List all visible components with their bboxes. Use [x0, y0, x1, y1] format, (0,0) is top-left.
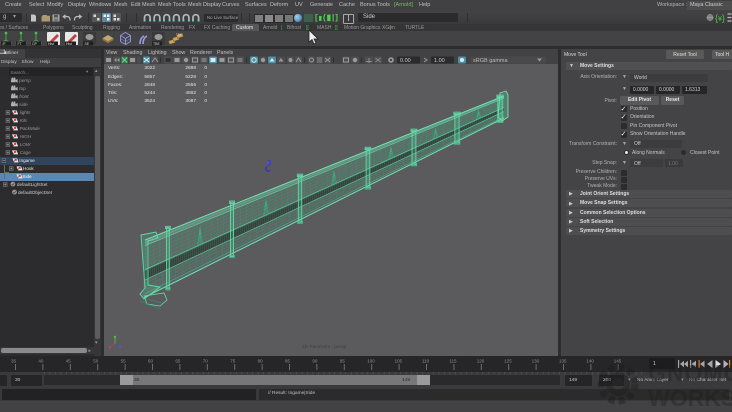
svg-text:110: 110: [422, 359, 430, 364]
svg-text:90: 90: [312, 359, 318, 364]
svg-text:70: 70: [203, 359, 209, 364]
svg-text:TBX: TBX: [176, 33, 182, 37]
svg-text:65: 65: [175, 359, 181, 364]
svg-text:95: 95: [340, 359, 346, 364]
svg-text:135: 135: [559, 359, 567, 364]
svg-text:50: 50: [93, 359, 99, 364]
svg-text:130: 130: [532, 359, 540, 364]
svg-text:85: 85: [285, 359, 291, 364]
svg-text:75: 75: [230, 359, 236, 364]
svg-text:125: 125: [504, 359, 512, 364]
svg-text:60: 60: [148, 359, 154, 364]
svg-text:80: 80: [258, 359, 264, 364]
svg-text:{¥}: {¥}: [715, 13, 725, 23]
svg-text:120: 120: [477, 359, 485, 364]
svg-text:105: 105: [395, 359, 403, 364]
svg-text:40: 40: [38, 359, 44, 364]
svg-text:45: 45: [66, 359, 72, 364]
svg-text:115: 115: [449, 359, 457, 364]
svg-text:35: 35: [11, 359, 17, 364]
svg-text:100: 100: [367, 359, 375, 364]
svg-text:55: 55: [121, 359, 127, 364]
